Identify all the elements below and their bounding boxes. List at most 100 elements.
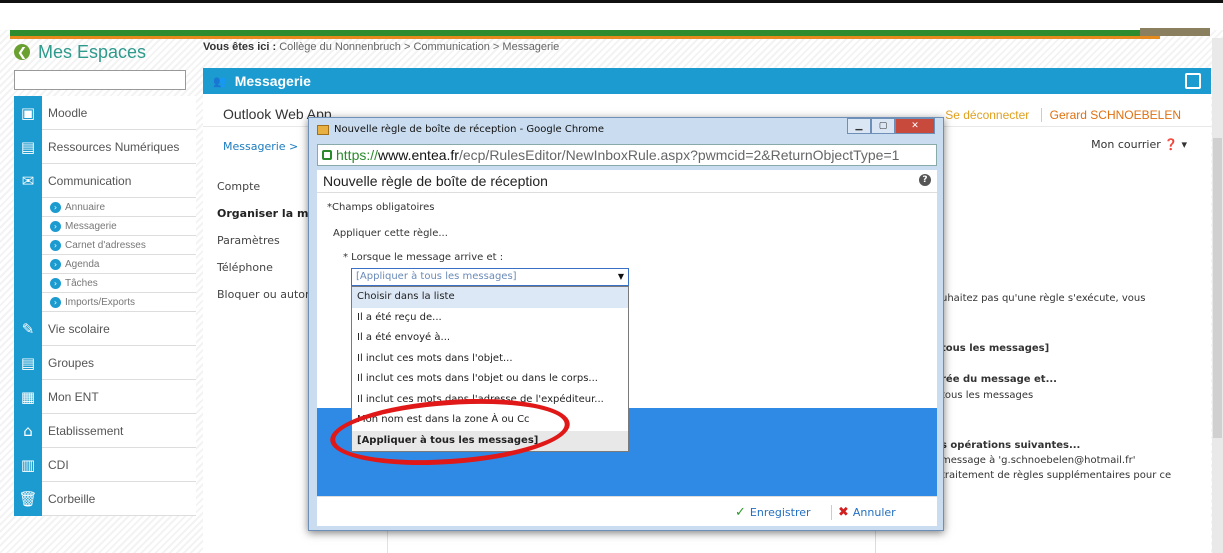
window-titlebar[interactable]: Nouvelle règle de boîte de réception - G… bbox=[317, 124, 604, 135]
dialog-title: Nouvelle règle de boîte de réception bbox=[323, 173, 548, 189]
window-controls: ▁ ▢ ✕ bbox=[847, 118, 935, 134]
cancel-button[interactable]: ✖ Annuler bbox=[831, 505, 896, 520]
sidebar-item-label: Groupes bbox=[48, 355, 95, 370]
sidebar-item-corbeille[interactable]: 🗑 Corbeille bbox=[14, 481, 196, 516]
dropdown-option[interactable]: Il inclut ces mots dans l'objet... bbox=[352, 349, 628, 370]
resources-icon: ▤ bbox=[14, 129, 42, 164]
chevron-right-icon: › bbox=[50, 220, 61, 232]
sidebar-item-label: CDI bbox=[48, 457, 69, 472]
ent-icon: ▦ bbox=[14, 379, 42, 414]
sidebar-item-label: Etablissement bbox=[48, 423, 124, 438]
sidebar-item-etablissement[interactable]: ⌂ Etablissement bbox=[14, 413, 196, 448]
sidebar-item-label: Ressources Numériques bbox=[48, 139, 180, 154]
moodle-icon: ▣ bbox=[14, 95, 42, 130]
sidebar-item-resources[interactable]: ▤ Ressources Numériques bbox=[14, 129, 196, 164]
rule-text: tous les messages bbox=[941, 390, 1034, 401]
people-icon: 👥 bbox=[213, 74, 227, 88]
sidebar-item-label: Corbeille bbox=[48, 491, 96, 506]
chrome-popup-window: Nouvelle règle de boîte de réception - G… bbox=[308, 117, 944, 531]
url-path: /ecp/RulesEditor/NewInboxRule.aspx?pwmci… bbox=[458, 147, 900, 163]
communication-icon: ✉ bbox=[14, 163, 42, 198]
maximize-icon[interactable]: ▢ bbox=[871, 118, 895, 134]
condition-select-value: [Appliquer à tous les messages] bbox=[356, 271, 517, 282]
sidebar-subitem-annuaire[interactable]: › Annuaire bbox=[14, 197, 196, 217]
mail-icon bbox=[317, 124, 329, 135]
sidebar-item-cdi[interactable]: ▥ CDI bbox=[14, 447, 196, 482]
sidebar-item-label: Moodle bbox=[48, 105, 88, 120]
help-icon[interactable]: ? bbox=[919, 174, 931, 186]
minimize-icon[interactable]: ▁ bbox=[847, 118, 871, 134]
breadcrumb-path[interactable]: Collège du Nonnenbruch > Communication >… bbox=[279, 41, 559, 53]
fullscreen-icon[interactable] bbox=[1185, 73, 1201, 89]
help-icon[interactable]: ❓ ▾ bbox=[1164, 138, 1187, 151]
condition-label: * Lorsque le message arrive et : bbox=[343, 252, 504, 263]
logout-link[interactable]: Se déconnecter bbox=[945, 108, 1029, 122]
sidebar-subitem-label: Agenda bbox=[65, 258, 100, 270]
mail-link-label: Mon courrier bbox=[1091, 138, 1161, 151]
dropdown-option[interactable]: Il inclut ces mots dans l'objet ou dans … bbox=[352, 369, 628, 390]
rule-text: traitement de règles supplémentaires pou… bbox=[941, 470, 1172, 481]
checkmark-icon: ✓ bbox=[735, 505, 746, 520]
sidebar-subitem-label: Tâches bbox=[65, 277, 98, 289]
chevron-down-icon[interactable]: ▼ bbox=[618, 272, 624, 281]
dropdown-option[interactable]: Il a été envoyé à... bbox=[352, 328, 628, 349]
dropdown-option[interactable]: Il a été reçu de... bbox=[352, 308, 628, 329]
groups-icon: ▤ bbox=[14, 345, 42, 380]
sidebar-subitem-label: Imports/Exports bbox=[65, 296, 136, 308]
address-bar[interactable]: https:// www.entea.fr /ecp/RulesEditor/N… bbox=[317, 144, 937, 166]
sidebar-subitem-agenda[interactable]: › Agenda bbox=[14, 254, 196, 274]
cancel-label: Annuler bbox=[852, 506, 896, 519]
sidebar-subitem-carnet[interactable]: › Carnet d'adresses bbox=[14, 235, 196, 255]
sidebar-subitem-label: Carnet d'adresses bbox=[65, 239, 146, 251]
sidebar-subitem-label: Annuaire bbox=[65, 201, 106, 213]
rule-text: message à 'g.schnoebelen@hotmail.fr' bbox=[941, 455, 1136, 466]
sidebar-item-vie-scolaire[interactable]: ✎ Vie scolaire bbox=[14, 311, 196, 346]
rule-text: uhaitez pas qu'une règle s'exécute, vous bbox=[941, 293, 1146, 304]
required-note: *Champs obligatoires bbox=[327, 202, 435, 213]
panel-header: 👥 Messagerie bbox=[203, 68, 1211, 94]
dialog-content: Nouvelle règle de boîte de réception ? *… bbox=[317, 170, 937, 526]
chevron-right-icon: › bbox=[50, 258, 61, 270]
sidebar-subitem-messagerie[interactable]: › Messagerie bbox=[14, 216, 196, 236]
chevron-right-icon: › bbox=[50, 201, 61, 213]
save-label: Enregistrer bbox=[749, 506, 811, 519]
sidebar-search-input[interactable] bbox=[14, 70, 186, 90]
url-host: www.entea.fr bbox=[378, 147, 459, 163]
page-scrollbar[interactable] bbox=[1212, 38, 1223, 553]
back-icon[interactable]: ❮ bbox=[14, 44, 30, 60]
top-bar bbox=[0, 0, 1223, 30]
lock-icon bbox=[322, 150, 332, 160]
url-scheme: https:// bbox=[336, 147, 379, 163]
sidebar-item-mon-ent[interactable]: ▦ Mon ENT bbox=[14, 379, 196, 414]
panel-title: Messagerie bbox=[234, 73, 311, 89]
sidebar: ▣ Moodle ▤ Ressources Numériques ✉ Commu… bbox=[14, 95, 196, 516]
divider bbox=[317, 192, 937, 193]
rule-text: s opérations suivantes... bbox=[941, 440, 1081, 451]
user-name[interactable]: Gerard SCHNOEBELEN bbox=[1040, 108, 1181, 122]
owa-user-bar: Se déconnecter Gerard SCHNOEBELEN bbox=[945, 108, 1181, 122]
sidebar-subitem-imports[interactable]: › Imports/Exports bbox=[14, 292, 196, 312]
condition-select[interactable]: [Appliquer à tous les messages] ▼ bbox=[351, 268, 629, 286]
sidebar-subitem-taches[interactable]: › Tâches bbox=[14, 273, 196, 293]
sidebar-item-groupes[interactable]: ▤ Groupes bbox=[14, 345, 196, 380]
close-icon[interactable]: ✕ bbox=[895, 118, 935, 134]
dropdown-option[interactable]: Choisir dans la liste bbox=[352, 287, 628, 308]
owa-mail-link[interactable]: Mon courrier ❓ ▾ bbox=[1091, 138, 1187, 151]
breadcrumb: Vous êtes ici : Collège du Nonnenbruch >… bbox=[203, 41, 559, 53]
sidebar-item-moodle[interactable]: ▣ Moodle bbox=[14, 95, 196, 130]
chevron-right-icon: › bbox=[50, 277, 61, 289]
school-icon: ✎ bbox=[14, 311, 42, 346]
sidebar-item-communication[interactable]: ✉ Communication bbox=[14, 163, 196, 198]
owa-breadcrumb[interactable]: Messagerie > bbox=[223, 140, 298, 153]
close-icon: ✖ bbox=[838, 505, 849, 520]
sidebar-item-label: Mon ENT bbox=[48, 389, 99, 404]
save-button[interactable]: ✓ Enregistrer bbox=[735, 505, 811, 520]
rule-text: tous les messages] bbox=[941, 343, 1050, 354]
chevron-right-icon: › bbox=[50, 239, 61, 251]
dialog-footer: ✓ Enregistrer ✖ Annuler bbox=[317, 496, 937, 526]
brand: ❮ Mes Espaces bbox=[14, 39, 190, 65]
header-decoration bbox=[1140, 28, 1210, 36]
rule-text: rée du message et... bbox=[941, 374, 1057, 385]
scrollbar-thumb[interactable] bbox=[1213, 138, 1222, 438]
trash-icon: 🗑 bbox=[14, 481, 42, 516]
